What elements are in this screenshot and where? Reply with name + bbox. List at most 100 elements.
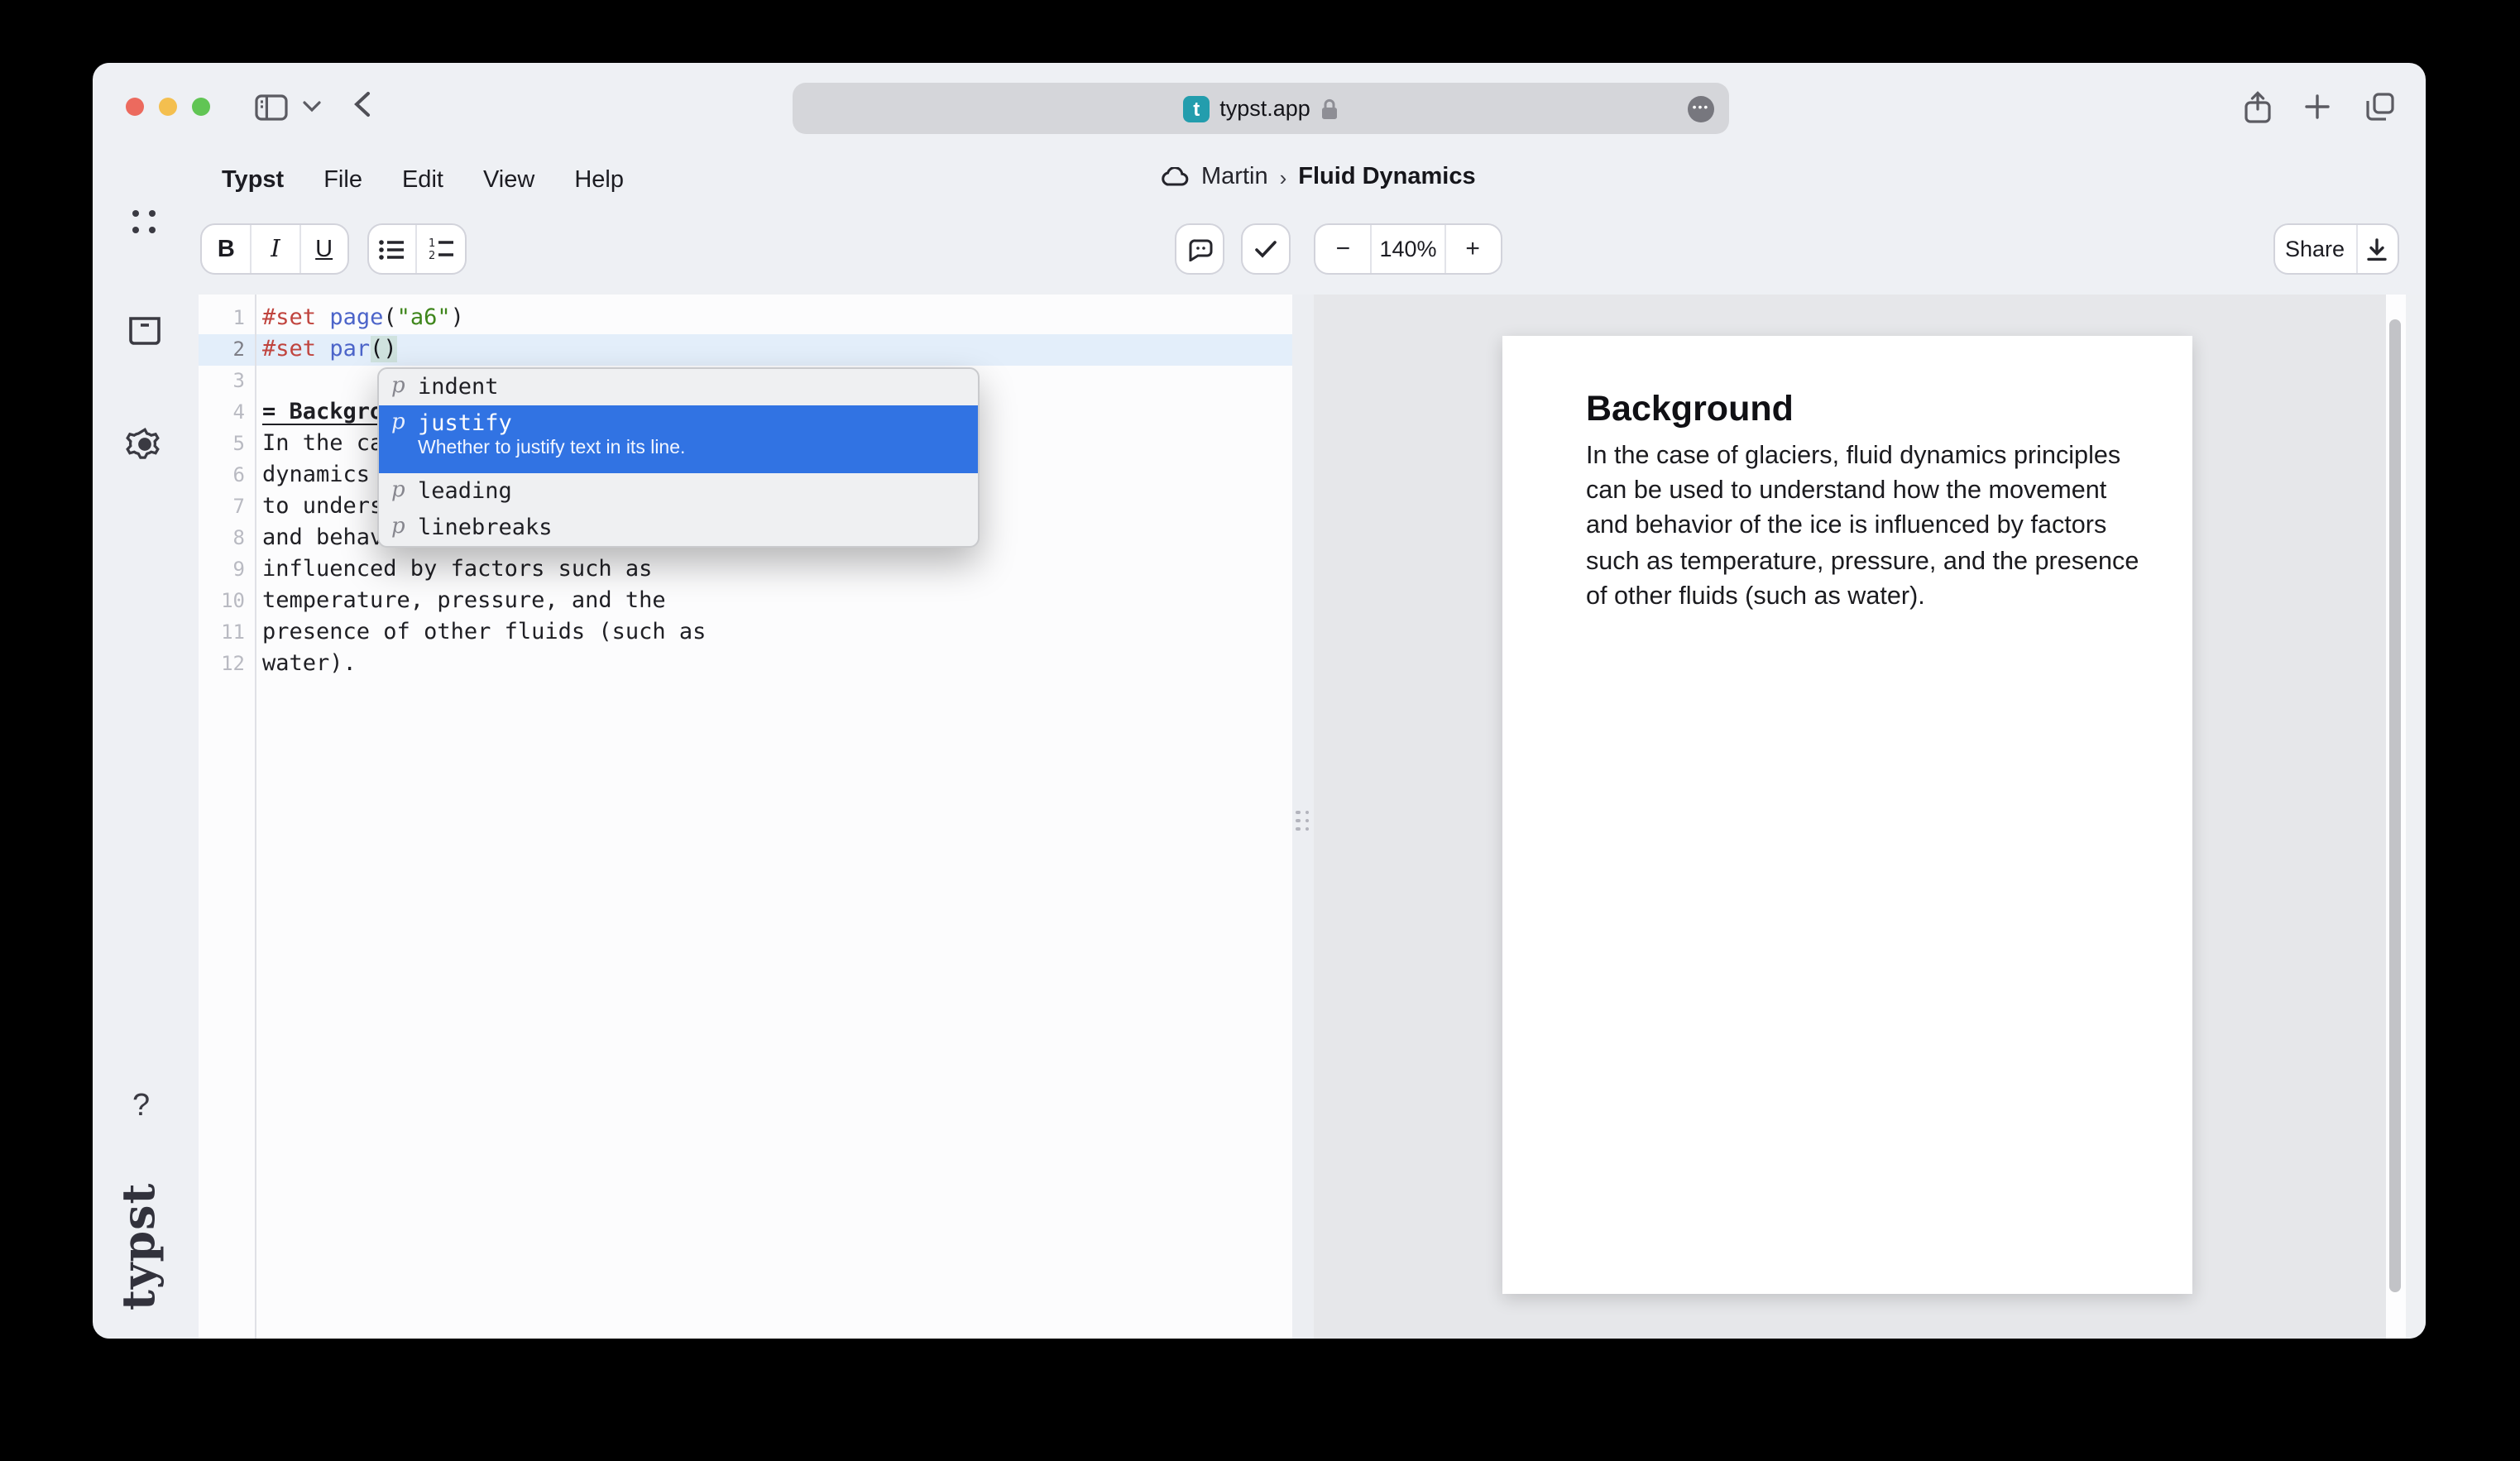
right-edge-strip	[2406, 295, 2426, 1339]
app-grid-icon[interactable]	[131, 208, 157, 235]
code-line[interactable]: presence of other fluids (such as	[262, 617, 706, 649]
menu-item-help[interactable]: Help	[574, 167, 624, 194]
breadcrumb-separator: ›	[1280, 165, 1287, 189]
menu-item-edit[interactable]: Edit	[402, 167, 443, 194]
comment-button[interactable]	[1175, 223, 1224, 275]
autocomplete-popup: pindentpjustifyWhether to justify text i…	[376, 367, 979, 548]
gutter-divider	[254, 295, 256, 1339]
download-button[interactable]	[2355, 225, 2398, 273]
lock-icon	[1320, 97, 1339, 120]
line-number: 6	[199, 460, 245, 491]
files-tray-icon[interactable]	[127, 316, 162, 346]
menu-item-typst[interactable]: Typst	[222, 167, 284, 194]
divider-handle-dot	[1306, 818, 1310, 822]
line-number-gutter: 123456789101112	[199, 303, 245, 680]
divider-handle-dot	[1296, 826, 1300, 831]
code-editor[interactable]: 123456789101112 #set page("a6")#set par(…	[199, 295, 1292, 1339]
parameter-icon: p	[391, 405, 418, 442]
preview-scrollbar-thumb[interactable]	[2389, 319, 2401, 1292]
share-button[interactable]: Share	[2274, 225, 2355, 273]
site-favicon: t	[1183, 95, 1210, 122]
share-group: Share	[2273, 223, 2399, 275]
autocomplete-label: indent	[418, 369, 499, 405]
divider-handle-dot	[1296, 810, 1300, 814]
minimize-window-button[interactable]	[159, 98, 177, 116]
browser-window: t typst.app •••	[93, 63, 2426, 1339]
settings-gear-icon[interactable]	[126, 425, 164, 463]
preview-pane: Background In the case of glaciers, flui…	[1313, 295, 2385, 1339]
code-line[interactable]: #set par()	[262, 334, 706, 366]
chevron-down-icon[interactable]	[303, 101, 321, 113]
cloud-icon	[1160, 167, 1190, 187]
line-number: 11	[199, 617, 245, 649]
code-line[interactable]: #set page("a6")	[262, 303, 706, 334]
new-tab-icon[interactable]	[2305, 94, 2330, 119]
tab-overview-icon[interactable]	[2366, 93, 2394, 121]
svg-text:1: 1	[429, 238, 435, 250]
compile-ok-button[interactable]	[1241, 223, 1291, 275]
breadcrumb-owner[interactable]: Martin	[1201, 164, 1268, 190]
autocomplete-label: justify	[418, 405, 685, 442]
code-line[interactable]: water).	[262, 649, 706, 680]
underline-button[interactable]: U	[299, 225, 347, 273]
comment-icon	[1187, 237, 1212, 261]
autocomplete-item-leading[interactable]: pleading	[378, 473, 977, 510]
sidebar-toggle-icon[interactable]	[255, 94, 288, 121]
italic-button[interactable]: I	[251, 225, 299, 273]
numbered-list-button[interactable]: 1 2	[416, 225, 464, 273]
line-number: 3	[199, 366, 245, 397]
code-line[interactable]: temperature, pressure, and the	[262, 586, 706, 617]
url-bar[interactable]: t typst.app •••	[793, 83, 1729, 134]
close-window-button[interactable]	[126, 98, 144, 116]
page-settings-icon[interactable]: •••	[1688, 95, 1714, 122]
menu-item-file[interactable]: File	[323, 167, 362, 194]
line-number: 2	[199, 334, 245, 366]
breadcrumb-doc-title: Fluid Dynamics	[1298, 164, 1475, 190]
autocomplete-label: linebreaks	[418, 510, 553, 546]
autocomplete-item-linebreaks[interactable]: plinebreaks	[378, 510, 977, 546]
autocomplete-label: leading	[418, 473, 512, 510]
divider-handle-dot	[1306, 810, 1310, 814]
parameter-icon: p	[391, 510, 418, 546]
help-icon[interactable]: ?	[132, 1089, 150, 1125]
pane-resize-divider[interactable]	[1292, 295, 1313, 1339]
page-heading: Background	[1586, 388, 1794, 429]
parameter-icon: p	[391, 473, 418, 510]
line-number: 9	[199, 554, 245, 586]
line-number: 7	[199, 491, 245, 523]
line-number: 8	[199, 523, 245, 554]
numbered-list-icon: 1 2	[429, 238, 453, 260]
autocomplete-description: Whether to justify text in its line.	[418, 438, 685, 460]
zoom-window-button[interactable]	[192, 98, 210, 116]
code-line[interactable]: influenced by factors such as	[262, 554, 706, 586]
autocomplete-item-justify[interactable]: pjustifyWhether to justify text in its l…	[378, 405, 977, 473]
page-paragraph: In the case of glaciers, fluid dynamics …	[1586, 438, 2142, 615]
autocomplete-item-indent[interactable]: pindent	[378, 369, 977, 405]
back-button-icon[interactable]	[354, 91, 371, 117]
divider-handle-dot	[1306, 826, 1310, 831]
zoom-level-value[interactable]: 140%	[1371, 225, 1444, 273]
line-number: 5	[199, 429, 245, 460]
typst-logo: typst	[114, 1181, 174, 1310]
zoom-control-group: − 140% +	[1314, 223, 1502, 275]
divider-handle-dot	[1296, 818, 1300, 822]
text-format-group: B I U	[200, 223, 349, 275]
checkmark-icon	[1254, 240, 1277, 258]
line-number: 12	[199, 649, 245, 680]
parameter-icon: p	[391, 369, 418, 405]
list-format-group: 1 2	[367, 223, 466, 275]
download-icon	[2367, 237, 2388, 261]
bold-button[interactable]: B	[202, 225, 251, 273]
url-text: typst.app	[1219, 96, 1310, 121]
rendered-page: Background In the case of glaciers, flui…	[1502, 335, 2192, 1293]
line-number: 4	[199, 397, 245, 429]
line-number: 1	[199, 303, 245, 334]
browser-titlebar: t typst.app •••	[93, 63, 2426, 146]
browser-share-icon[interactable]	[2244, 91, 2272, 124]
preview-scrollbar-track[interactable]	[2385, 295, 2406, 1339]
zoom-in-button[interactable]: +	[1444, 225, 1500, 273]
breadcrumb: Martin › Fluid Dynamics	[1160, 164, 1476, 190]
zoom-out-button[interactable]: −	[1315, 225, 1371, 273]
menu-item-view[interactable]: View	[483, 167, 534, 194]
bullet-list-button[interactable]	[368, 225, 416, 273]
